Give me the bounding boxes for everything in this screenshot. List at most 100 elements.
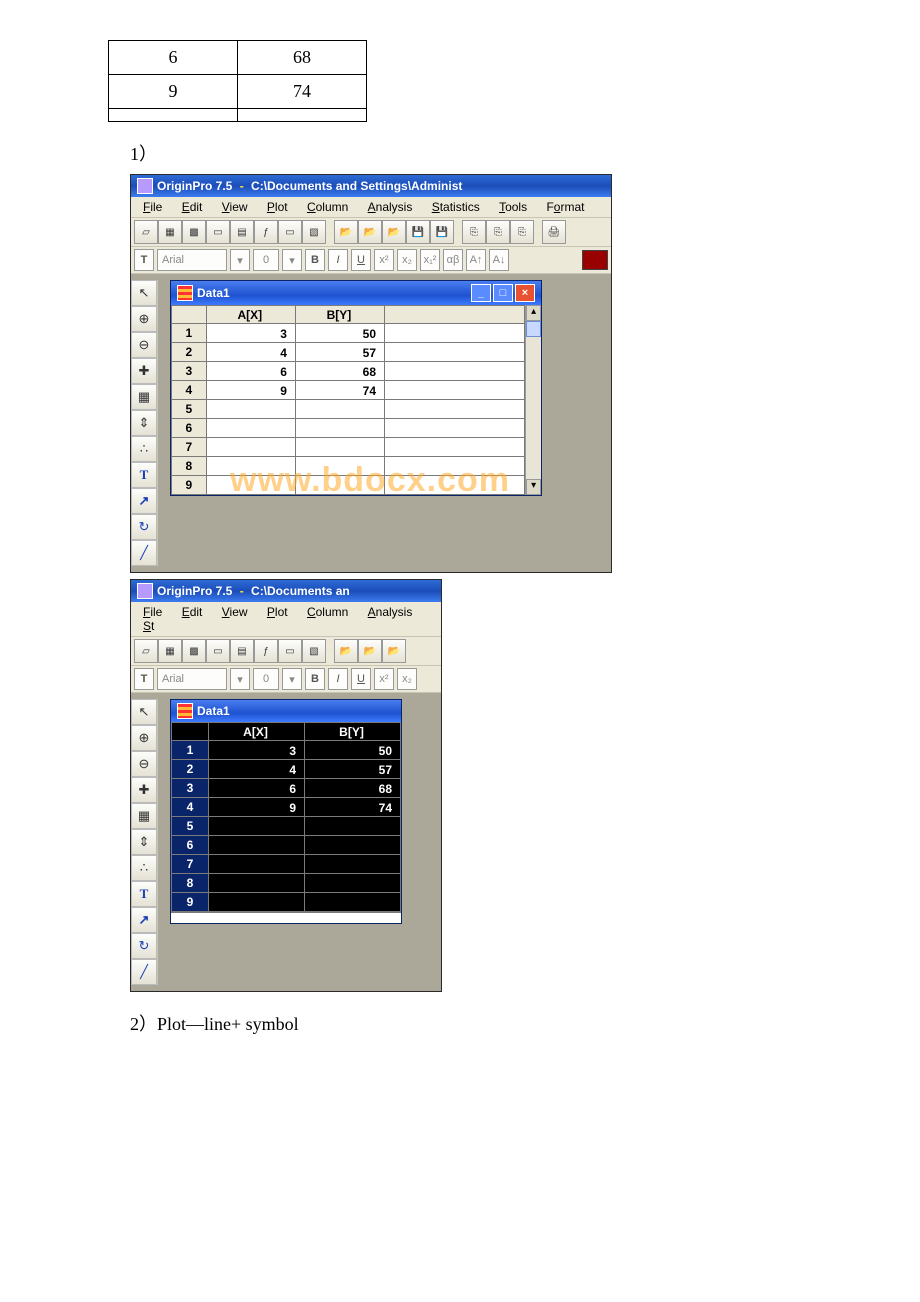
- cell[interactable]: [206, 438, 295, 457]
- cell[interactable]: [206, 476, 295, 495]
- bold-button[interactable]: B: [305, 249, 325, 271]
- cell[interactable]: [385, 343, 525, 362]
- cell[interactable]: [385, 438, 525, 457]
- cell[interactable]: [209, 836, 305, 855]
- new-function-icon[interactable]: ƒ: [254, 639, 278, 663]
- new-matrix-icon[interactable]: ▩: [182, 220, 206, 244]
- row-number[interactable]: 8: [172, 457, 207, 476]
- new-icon[interactable]: ▱: [134, 220, 158, 244]
- save-icon[interactable]: 💾: [406, 220, 430, 244]
- cell[interactable]: [206, 400, 295, 419]
- cell[interactable]: 74: [295, 381, 384, 400]
- zoom-out-icon[interactable]: ⊖: [131, 332, 157, 358]
- cell[interactable]: [385, 324, 525, 343]
- menu-analysis[interactable]: Analysis: [360, 604, 421, 620]
- greek-button[interactable]: αβ: [443, 249, 463, 271]
- open-template-icon[interactable]: 📂: [358, 220, 382, 244]
- new-function-icon[interactable]: ƒ: [254, 220, 278, 244]
- new-excel-icon[interactable]: ▤: [230, 639, 254, 663]
- row-number[interactable]: 2: [172, 760, 209, 779]
- cell[interactable]: 3: [206, 324, 295, 343]
- new-layout-icon[interactable]: ▧: [302, 639, 326, 663]
- row-number[interactable]: 5: [172, 400, 207, 419]
- open-icon[interactable]: 📂: [334, 220, 358, 244]
- scroll-thumb[interactable]: [526, 321, 541, 337]
- new-notes-icon[interactable]: ▭: [278, 639, 302, 663]
- new-excel-icon[interactable]: ▤: [230, 220, 254, 244]
- data-selector-icon[interactable]: ⇕: [131, 410, 157, 436]
- new-worksheet-icon[interactable]: ▦: [158, 639, 182, 663]
- cell[interactable]: 50: [305, 741, 401, 760]
- menu-column[interactable]: Column: [299, 604, 356, 620]
- open-icon[interactable]: 📂: [334, 639, 358, 663]
- data1-worksheet[interactable]: Data1 _ □ × A[X] B[Y]: [170, 280, 542, 496]
- cell[interactable]: [305, 836, 401, 855]
- menu-analysis[interactable]: Analysis: [360, 199, 421, 215]
- menu-edit[interactable]: Edit: [174, 604, 211, 620]
- cell[interactable]: 4: [206, 343, 295, 362]
- import-ascii-icon[interactable]: ⎘: [462, 220, 486, 244]
- cell[interactable]: [385, 419, 525, 438]
- cell[interactable]: 9: [206, 381, 295, 400]
- italic-button[interactable]: I: [328, 249, 348, 271]
- cell[interactable]: 6: [206, 362, 295, 381]
- cell[interactable]: [295, 400, 384, 419]
- menu-file[interactable]: File: [135, 199, 170, 215]
- row-number[interactable]: 9: [172, 893, 209, 912]
- cell[interactable]: [209, 817, 305, 836]
- row-number[interactable]: 6: [172, 419, 207, 438]
- dropdown-icon[interactable]: ▾: [230, 249, 250, 271]
- menu-statistics[interactable]: St: [135, 618, 162, 634]
- open-excel-icon[interactable]: 📂: [382, 220, 406, 244]
- curved-arrow-tool-icon[interactable]: ↻: [131, 933, 157, 959]
- maximize-button[interactable]: □: [493, 284, 513, 302]
- save-template-icon[interactable]: 💾: [430, 220, 454, 244]
- menu-view[interactable]: View: [214, 604, 256, 620]
- col-header-by[interactable]: B[Y]: [305, 723, 401, 741]
- zoom-in-icon[interactable]: ⊕: [131, 306, 157, 332]
- cell[interactable]: 68: [305, 779, 401, 798]
- line-tool-icon[interactable]: ╱: [131, 540, 157, 566]
- data1-grid[interactable]: A[X] B[Y] 1350 2457 3668 4974 5 6 7 8: [171, 305, 525, 495]
- font-size-combo[interactable]: 0: [253, 249, 279, 271]
- minimize-button[interactable]: _: [471, 284, 491, 302]
- cell[interactable]: [206, 419, 295, 438]
- font-color-swatch[interactable]: [582, 250, 608, 270]
- row-number[interactable]: 2: [172, 343, 207, 362]
- zoom-in-icon[interactable]: ⊕: [131, 725, 157, 751]
- text-tool-icon[interactable]: T: [134, 668, 154, 690]
- arrow-tool-icon[interactable]: ↗: [131, 907, 157, 933]
- italic-button[interactable]: I: [328, 668, 348, 690]
- text-tool-icon[interactable]: T: [131, 462, 157, 488]
- dropdown-icon[interactable]: ▾: [282, 249, 302, 271]
- curved-arrow-tool-icon[interactable]: ↻: [131, 514, 157, 540]
- cell[interactable]: 4: [209, 760, 305, 779]
- col-header-ax[interactable]: A[X]: [206, 306, 295, 324]
- supersub-button[interactable]: x₁²: [420, 249, 440, 271]
- open-template-icon[interactable]: 📂: [358, 639, 382, 663]
- scroll-up-icon[interactable]: ▴: [526, 305, 541, 321]
- cell[interactable]: 57: [305, 760, 401, 779]
- import-multi-ascii-icon[interactable]: ⎘: [486, 220, 510, 244]
- draw-data-icon[interactable]: ∴: [131, 855, 157, 881]
- text-tool-icon[interactable]: T: [134, 249, 154, 271]
- cell[interactable]: [305, 893, 401, 912]
- menu-format[interactable]: Format: [538, 199, 592, 215]
- data-selector-icon[interactable]: ⇕: [131, 829, 157, 855]
- data1-grid[interactable]: A[X] B[Y] 1350 2457 3668 4974 5 6 7 8 9: [171, 722, 401, 912]
- open-excel-icon[interactable]: 📂: [382, 639, 406, 663]
- data1-worksheet[interactable]: Data1 A[X] B[Y] 1350 2457 3668 4974 5: [170, 699, 402, 924]
- col-header-ax[interactable]: A[X]: [209, 723, 305, 741]
- menu-column[interactable]: Column: [299, 199, 356, 215]
- cell[interactable]: [385, 457, 525, 476]
- new-layout-icon[interactable]: ▧: [302, 220, 326, 244]
- new-notes-icon[interactable]: ▭: [278, 220, 302, 244]
- font-name-combo[interactable]: Arial: [157, 668, 227, 690]
- underline-button[interactable]: U: [351, 668, 371, 690]
- cell[interactable]: [385, 476, 525, 495]
- row-number[interactable]: 1: [172, 324, 207, 343]
- cell[interactable]: [206, 457, 295, 476]
- draw-data-icon[interactable]: ∴: [131, 436, 157, 462]
- new-worksheet-icon[interactable]: ▦: [158, 220, 182, 244]
- cell[interactable]: [305, 855, 401, 874]
